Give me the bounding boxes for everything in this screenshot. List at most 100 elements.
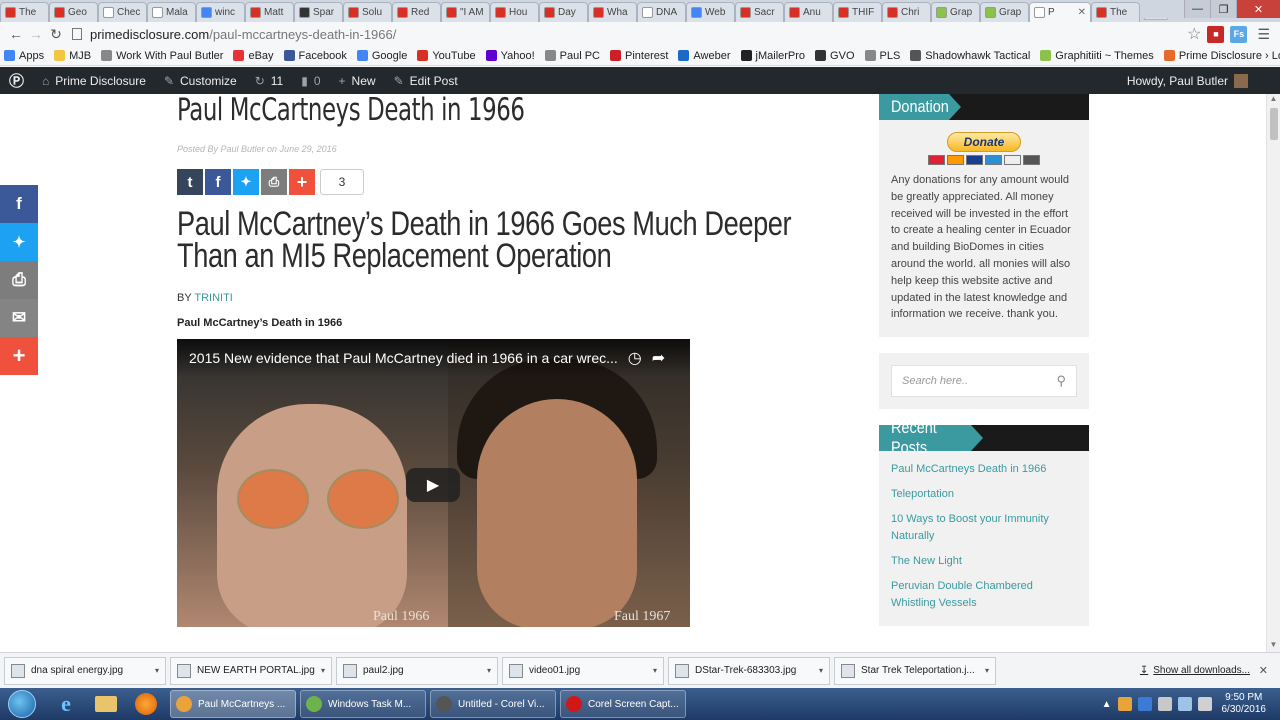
tab-close-icon[interactable]: ✕ xyxy=(1078,7,1086,18)
download-menu-icon[interactable]: ▾ xyxy=(985,666,989,675)
admin-updates[interactable]: ↻ 11 xyxy=(246,67,293,94)
user-profile-button[interactable] xyxy=(1142,0,1184,18)
admin-new[interactable]: + New xyxy=(330,67,385,94)
browser-tab[interactable]: Anu xyxy=(784,2,833,22)
browser-tab[interactable]: The xyxy=(1091,2,1140,22)
page-info-icon[interactable] xyxy=(72,28,82,40)
share-arrow-icon[interactable]: ➦ xyxy=(652,348,665,368)
browser-tab[interactable]: Matt xyxy=(245,2,294,22)
close-downloads-icon[interactable]: ✕ xyxy=(1259,664,1268,677)
taskbar-task[interactable]: Corel Screen Capt... xyxy=(560,690,686,718)
bookmark-item[interactable]: GVO xyxy=(815,50,855,62)
browser-tab[interactable]: THIF xyxy=(833,2,882,22)
browser-tab[interactable]: Grap xyxy=(980,2,1029,22)
browser-tab[interactable]: winc xyxy=(196,2,245,22)
browser-tab[interactable]: Geo xyxy=(49,2,98,22)
browser-tab[interactable]: Spar xyxy=(294,2,343,22)
browser-tab[interactable]: Sacr xyxy=(735,2,784,22)
download-item[interactable]: Star Trek Teleportation.j... ▾ xyxy=(834,656,996,685)
bookmark-item[interactable]: jMailerPro xyxy=(740,50,805,62)
share-more-button[interactable]: + xyxy=(0,337,38,375)
back-arrow-icon[interactable]: ← xyxy=(6,26,26,42)
browser-tab[interactable]: Chec xyxy=(98,2,147,22)
admin-comments[interactable]: ▮ 0 xyxy=(292,67,329,94)
share-more-small-button[interactable]: + xyxy=(289,169,315,195)
browser-tab[interactable]: Web xyxy=(686,2,735,22)
bookmark-item[interactable]: Google xyxy=(356,50,407,62)
download-menu-icon[interactable]: ▾ xyxy=(321,666,325,675)
download-item[interactable]: NEW EARTH PORTAL.jpg ▾ xyxy=(170,656,332,685)
donate-button[interactable]: Donate xyxy=(947,132,1021,152)
bookmark-item[interactable]: Apps xyxy=(4,50,44,62)
tray-flag-icon[interactable] xyxy=(1157,697,1172,711)
share-print-button[interactable]: ⎙ xyxy=(0,261,38,299)
system-clock[interactable]: 9:50 PM 6/30/2016 xyxy=(1222,692,1267,716)
bookmark-item[interactable]: Pinterest xyxy=(610,50,668,62)
minimize-button[interactable]: — xyxy=(1184,0,1210,18)
bookmark-item[interactable]: Graphitiiti ~ Themes xyxy=(1040,50,1154,62)
admin-customize[interactable]: ✎ Customize xyxy=(155,67,246,94)
media-player-icon[interactable] xyxy=(126,690,166,718)
bookmark-item[interactable]: Work With Paul Butler xyxy=(101,50,223,62)
internet-explorer-icon[interactable]: e xyxy=(46,690,86,718)
browser-tab[interactable]: DNA xyxy=(637,2,686,22)
download-menu-icon[interactable]: ▾ xyxy=(819,666,823,675)
browser-tab[interactable]: Red xyxy=(392,2,441,22)
recent-post-link[interactable]: The New Light xyxy=(891,553,1077,570)
search-input[interactable]: Search here.. ⚲ xyxy=(891,365,1077,398)
browser-tab[interactable]: Solu xyxy=(343,2,392,22)
browser-tab[interactable]: P ✕ xyxy=(1029,2,1091,22)
browser-tab[interactable]: Chri xyxy=(882,2,931,22)
admin-account[interactable]: Howdy, Paul Butler xyxy=(1127,73,1280,88)
recent-post-link[interactable]: Teleportation xyxy=(891,486,1077,503)
tray-volume-icon[interactable] xyxy=(1197,697,1212,711)
reload-icon[interactable]: ↻ xyxy=(46,26,66,43)
extension-blue-icon[interactable]: Fs xyxy=(1230,25,1248,43)
bookmark-item[interactable]: Shadowhawk Tactical xyxy=(910,50,1030,62)
bookmark-item[interactable]: Prime Disclosure › Lo xyxy=(1163,50,1280,62)
play-button[interactable]: ▶ xyxy=(406,468,460,502)
address-bar[interactable]: primedisclosure.com/paul-mccartneys-deat… xyxy=(72,24,1181,44)
page-scrollbar[interactable]: ▲ ▼ xyxy=(1266,94,1280,652)
author-link[interactable]: TRINITI xyxy=(194,292,233,304)
scrollbar-thumb[interactable] xyxy=(1270,108,1278,140)
file-explorer-icon[interactable] xyxy=(86,690,126,718)
share-facebook-small-button[interactable]: f xyxy=(205,169,231,195)
share-email-button[interactable]: ✉ xyxy=(0,299,38,337)
bookmark-item[interactable]: Aweber xyxy=(678,50,731,62)
browser-tab[interactable]: "I AM xyxy=(441,2,490,22)
share-twitter-small-button[interactable]: ✦ xyxy=(233,169,259,195)
wordpress-logo-icon[interactable]: Ⓟ xyxy=(0,67,33,94)
browser-tab[interactable]: Mala xyxy=(147,2,196,22)
taskbar-task[interactable]: Untitled - Corel Vi... xyxy=(430,690,556,718)
bookmark-item[interactable]: MJB xyxy=(54,50,91,62)
download-item[interactable]: dna spiral energy.jpg ▾ xyxy=(4,656,166,685)
recent-post-link[interactable]: Peruvian Double Chambered Whistling Vess… xyxy=(891,578,1077,612)
download-item[interactable]: paul2.jpg ▾ xyxy=(336,656,498,685)
video-title[interactable]: 2015 New evidence that Paul McCartney di… xyxy=(189,350,618,366)
bookmark-item[interactable]: Yahoo! xyxy=(485,50,535,62)
download-menu-icon[interactable]: ▾ xyxy=(653,666,657,675)
search-icon[interactable]: ⚲ xyxy=(1056,373,1066,389)
recent-post-link[interactable]: 10 Ways to Boost your Immunity Naturally xyxy=(891,511,1077,545)
share-twitter-button[interactable]: ✦ xyxy=(0,223,38,261)
admin-edit-post[interactable]: ✎ Edit Post xyxy=(385,67,467,94)
admin-site-name[interactable]: ⌂ Prime Disclosure xyxy=(33,67,155,94)
download-menu-icon[interactable]: ▾ xyxy=(487,666,491,675)
maximize-button[interactable]: ❐ xyxy=(1210,0,1236,18)
tray-network-icon[interactable] xyxy=(1177,697,1192,711)
close-window-button[interactable]: ✕ xyxy=(1236,0,1280,18)
browser-tab[interactable]: Hou xyxy=(490,2,539,22)
bookmark-item[interactable]: Paul PC xyxy=(544,50,600,62)
download-menu-icon[interactable]: ▾ xyxy=(155,666,159,675)
chrome-menu-icon[interactable]: ☰ xyxy=(1253,26,1274,43)
bookmark-item[interactable]: eBay xyxy=(233,50,274,62)
browser-tab[interactable]: Grap xyxy=(931,2,980,22)
start-button[interactable] xyxy=(8,690,36,718)
forward-arrow-icon[interactable]: → xyxy=(26,26,46,42)
taskbar-task[interactable]: Paul McCartneys ... xyxy=(170,690,296,718)
video-player[interactable]: 2015 New evidence that Paul McCartney di… xyxy=(177,339,690,627)
scroll-up-arrow-icon[interactable]: ▲ xyxy=(1267,94,1280,106)
download-item[interactable]: video01.jpg ▾ xyxy=(502,656,664,685)
tray-shield-icon[interactable] xyxy=(1137,697,1152,711)
